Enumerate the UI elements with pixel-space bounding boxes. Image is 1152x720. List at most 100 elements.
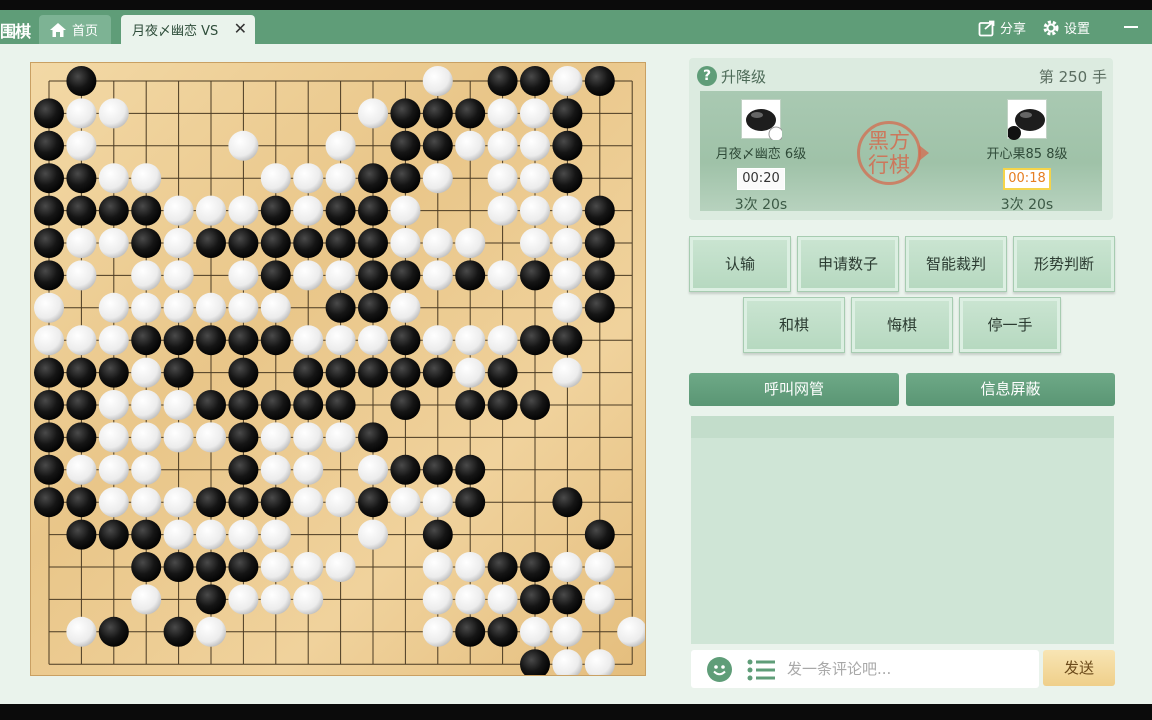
black-stone — [196, 584, 226, 615]
black-stone — [325, 195, 356, 226]
white-stone — [98, 228, 129, 258]
pass-button[interactable]: 停一手 — [959, 297, 1061, 353]
send-button[interactable]: 发送 — [1043, 650, 1115, 686]
black-stone — [34, 260, 64, 291]
white-stone — [584, 584, 615, 615]
tab-home[interactable]: 首页 — [39, 15, 111, 44]
white-stone — [358, 454, 388, 485]
help-icon[interactable]: ? — [697, 66, 717, 86]
black-stone — [131, 325, 162, 356]
white-stone — [34, 325, 64, 356]
black-stone — [552, 487, 583, 518]
comment-bar — [691, 650, 1039, 688]
black-stone — [455, 260, 486, 291]
black-stone — [34, 487, 64, 518]
black-stone — [293, 228, 324, 258]
white-stone — [358, 519, 388, 550]
chat-header — [691, 416, 1114, 438]
white-stone — [98, 325, 129, 356]
block-messages-button[interactable]: 信息屏蔽 — [906, 373, 1115, 406]
white-stone — [131, 357, 162, 388]
black-stone — [196, 228, 226, 258]
black-stone — [455, 487, 486, 518]
emoji-icon[interactable] — [707, 657, 732, 682]
white-stone — [584, 552, 615, 582]
white-stone — [422, 325, 453, 356]
share-button[interactable]: 分享 — [978, 18, 1026, 37]
black-stone — [390, 357, 421, 388]
white-stone — [455, 130, 486, 161]
white-stone — [617, 616, 645, 647]
settings-label: 设置 — [1064, 22, 1091, 37]
black-stone — [422, 98, 453, 129]
list-icon[interactable] — [747, 659, 775, 681]
black-stone — [552, 163, 583, 194]
settings-button[interactable]: 设置 — [1042, 18, 1090, 37]
white-stone — [260, 163, 291, 194]
black-stone — [196, 552, 226, 582]
comment-input[interactable] — [787, 656, 1027, 682]
draw-button[interactable]: 和棋 — [743, 297, 845, 353]
tab-home-label: 首页 — [72, 24, 99, 39]
white-stone — [293, 584, 324, 615]
white-stone — [455, 584, 486, 615]
white-stone — [520, 130, 550, 161]
white-stone — [66, 260, 97, 291]
black-stone — [98, 357, 129, 388]
black-stone — [163, 552, 194, 582]
white-stone — [552, 616, 583, 647]
count-request-button[interactable]: 申请数子 — [797, 236, 899, 292]
white-stone — [98, 98, 129, 129]
avatar[interactable] — [1007, 99, 1047, 140]
black-stone — [390, 325, 421, 356]
black-stone — [520, 260, 550, 291]
black-stone — [34, 454, 64, 485]
call-admin-button[interactable]: 呼叫网管 — [689, 373, 899, 406]
situation-judge-button[interactable]: 形势判断 — [1013, 236, 1115, 292]
white-stone — [325, 422, 356, 453]
white-byoyomi: 3次 20s — [1000, 197, 1054, 213]
white-stone — [487, 130, 518, 161]
tab-game[interactable]: 月夜〆幽恋 VS ✕ — [121, 15, 255, 44]
black-stone — [584, 519, 615, 550]
chat-area[interactable] — [691, 416, 1114, 644]
gear-icon — [1043, 20, 1059, 35]
ai-judge-button[interactable]: 智能裁判 — [905, 236, 1007, 292]
white-stone — [584, 649, 615, 675]
black-stone — [98, 616, 129, 647]
board-grid[interactable] — [31, 63, 645, 675]
go-board[interactable] — [31, 63, 645, 675]
white-stone — [260, 584, 291, 615]
white-stone — [422, 260, 453, 291]
avatar[interactable] — [741, 99, 784, 142]
white-stone — [520, 163, 550, 194]
black-stone — [487, 390, 518, 420]
undo-button[interactable]: 悔棋 — [851, 297, 953, 353]
black-stone — [552, 130, 583, 161]
black-stone — [520, 584, 550, 615]
black-stone — [358, 357, 388, 388]
black-stone — [358, 422, 388, 453]
black-stone — [66, 163, 97, 194]
white-stone — [228, 584, 259, 615]
black-stone — [358, 292, 388, 323]
black-stone — [228, 422, 259, 453]
minimize-icon[interactable] — [1124, 26, 1138, 28]
white-stone — [66, 228, 97, 258]
black-stone — [390, 98, 421, 129]
black-stone — [260, 390, 291, 420]
white-stone — [196, 519, 226, 550]
white-stone — [422, 163, 453, 194]
black-stone — [66, 195, 97, 226]
black-stone — [131, 519, 162, 550]
share-icon — [978, 20, 995, 36]
black-stone — [584, 260, 615, 291]
black-stone — [196, 325, 226, 356]
resign-button[interactable]: 认输 — [689, 236, 791, 292]
white-stone — [520, 228, 550, 258]
close-tab-icon[interactable]: ✕ — [234, 19, 247, 38]
white-stone — [293, 163, 324, 194]
black-stone — [98, 519, 129, 550]
white-stone — [260, 454, 291, 485]
white-stone — [163, 195, 194, 226]
